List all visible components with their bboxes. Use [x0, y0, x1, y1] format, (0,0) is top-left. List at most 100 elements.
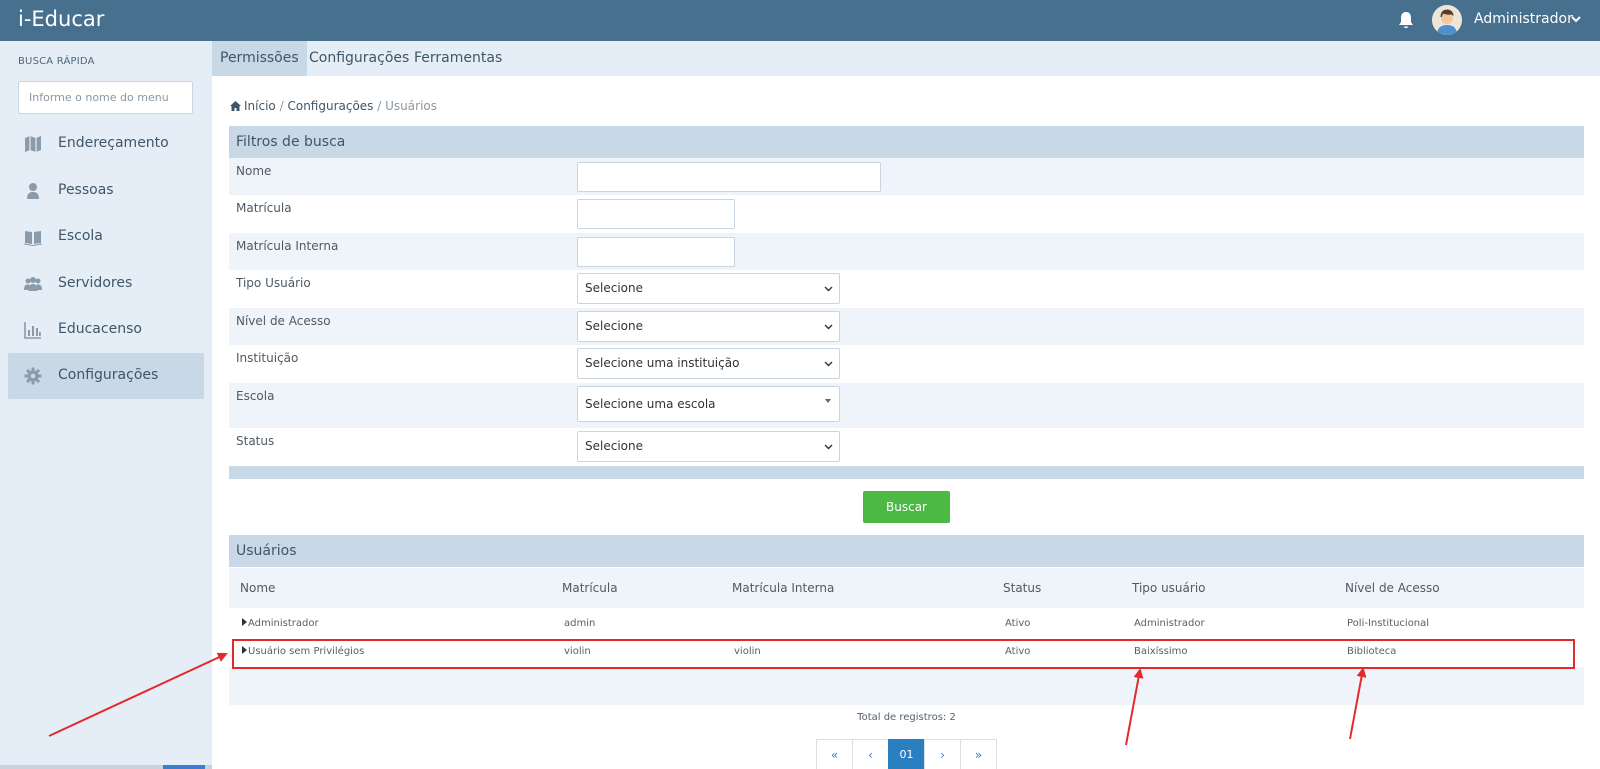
nivel-acesso-selected: Selecione	[585, 319, 643, 333]
annotation-highlight-box	[232, 639, 1575, 669]
table-row[interactable]: Administrador admin Ativo Administrador …	[229, 611, 1584, 639]
nivel-acesso-select[interactable]: Selecione	[577, 311, 840, 342]
gear-icon	[24, 367, 42, 385]
filter-row-matricula: Matrícula	[229, 195, 1584, 232]
quick-search-input[interactable]	[18, 81, 193, 114]
tipo-usuario-label: Tipo Usuário	[236, 276, 311, 290]
sidebar-item-escola[interactable]: Escola	[8, 214, 204, 260]
row-tipo: Administrador	[1134, 618, 1205, 629]
bottom-strip-accent	[163, 765, 205, 769]
escola-select[interactable]: Selecione uma escola	[577, 386, 840, 422]
sidebar-item-label: Pessoas	[58, 182, 114, 198]
sidebar-item-label: Educacenso	[58, 321, 142, 337]
search-button[interactable]: Buscar	[863, 491, 950, 523]
avatar[interactable]	[1432, 5, 1462, 35]
sidebar-item-configuracoes[interactable]: Configurações	[8, 353, 204, 399]
map-icon	[25, 136, 41, 152]
sidebar-item-label: Servidores	[58, 275, 133, 291]
matricula-input[interactable]	[577, 199, 735, 229]
breadcrumb-configuracoes[interactable]: Configurações	[287, 99, 373, 113]
filter-row-matricula-interna: Matrícula Interna	[229, 233, 1584, 270]
pagination: « ‹ 01 › »	[816, 739, 997, 769]
sidebar-item-label: Configurações	[58, 367, 159, 383]
app-logo[interactable]: i-Educar	[18, 7, 104, 31]
menu-item-ferramentas[interactable]: Ferramentas	[406, 41, 510, 76]
filter-row-nivel-acesso: Nível de Acesso Selecione	[229, 308, 1584, 345]
chevron-down-icon	[824, 444, 833, 450]
pagination-current-page[interactable]: 01	[888, 739, 925, 769]
person-icon	[27, 183, 39, 199]
filters-header: Filtros de busca	[229, 126, 1584, 158]
pagination-last-button[interactable]: »	[960, 739, 997, 769]
bottom-strip	[0, 765, 212, 769]
user-menu[interactable]: Administrador	[1474, 11, 1573, 27]
column-header-nome: Nome	[240, 581, 276, 595]
escola-selected: Selecione uma escola	[585, 397, 716, 411]
matricula-label: Matrícula	[236, 201, 292, 215]
chevron-down-icon	[824, 286, 833, 292]
row-name[interactable]: Administrador	[248, 618, 319, 629]
sidebar: BUSCA RÁPIDA Endereçamento Pessoas Escol…	[0, 41, 212, 769]
table-empty-row	[229, 667, 1584, 705]
instituicao-select[interactable]: Selecione uma instituição	[577, 348, 840, 379]
quick-search-label: BUSCA RÁPIDA	[18, 56, 95, 67]
filters-footer	[229, 466, 1584, 479]
sidebar-item-servidores[interactable]: Servidores	[8, 261, 204, 307]
sidebar-item-label: Escola	[58, 228, 103, 244]
users-icon	[24, 277, 42, 291]
pagination-next-button[interactable]: ›	[924, 739, 961, 769]
row-nivel: Poli-Institucional	[1347, 618, 1430, 629]
breadcrumb-separator: /	[377, 99, 382, 113]
pagination-first-button[interactable]: «	[816, 739, 853, 769]
breadcrumb-home[interactable]: Início	[244, 99, 276, 113]
pagination-prev-button[interactable]: ‹	[852, 739, 889, 769]
breadcrumb-separator: /	[279, 99, 284, 113]
avatar-icon	[1432, 5, 1462, 35]
status-label: Status	[236, 434, 275, 448]
filter-row-tipo-usuario: Tipo Usuário Selecione	[229, 270, 1584, 307]
nivel-acesso-label: Nível de Acesso	[236, 314, 331, 328]
filter-row-instituicao: Instituição Selecione uma instituição	[229, 345, 1584, 382]
row-status: Ativo	[1005, 618, 1031, 629]
status-selected: Selecione	[585, 439, 643, 453]
nome-input[interactable]	[577, 162, 881, 192]
column-header-status: Status	[1003, 581, 1042, 595]
chevron-down-icon[interactable]	[1570, 13, 1582, 25]
sidebar-item-label: Endereçamento	[58, 135, 169, 151]
row-name-cell[interactable]: Administrador	[242, 618, 319, 629]
filter-row-status: Status Selecione	[229, 428, 1584, 465]
matricula-interna-label: Matrícula Interna	[236, 239, 339, 253]
chevron-down-icon	[824, 324, 833, 330]
book-icon	[24, 231, 42, 246]
escola-label: Escola	[236, 389, 275, 403]
matricula-interna-input[interactable]	[577, 237, 735, 267]
instituicao-selected: Selecione uma instituição	[585, 356, 740, 370]
bell-icon[interactable]	[1397, 11, 1415, 30]
nome-label: Nome	[236, 164, 272, 178]
status-select[interactable]: Selecione	[577, 431, 840, 462]
expand-arrow-icon[interactable]	[242, 618, 247, 626]
users-header: Usuários	[229, 535, 1584, 567]
row-matricula: admin	[564, 618, 596, 629]
top-bar: i-Educar Administrador	[0, 0, 1600, 41]
bar-chart-icon	[24, 322, 41, 339]
sidebar-item-pessoas[interactable]: Pessoas	[8, 168, 204, 214]
top-menu: Permissões Configurações Ferramentas	[212, 41, 1600, 76]
filter-row-nome: Nome	[229, 158, 1584, 195]
total-records: Total de registros: 2	[857, 712, 956, 723]
tipo-usuario-selected: Selecione	[585, 281, 643, 295]
tipo-usuario-select[interactable]: Selecione	[577, 273, 840, 304]
chevron-down-icon	[824, 361, 833, 367]
breadcrumb-current: Usuários	[385, 99, 437, 113]
sidebar-item-enderecamento[interactable]: Endereçamento	[8, 121, 204, 167]
menu-item-permissoes[interactable]: Permissões	[212, 41, 307, 76]
column-header-nivel-acesso: Nível de Acesso	[1345, 581, 1440, 595]
menu-item-configuracoes[interactable]: Configurações	[301, 41, 417, 76]
sidebar-item-educacenso[interactable]: Educacenso	[8, 307, 204, 353]
filter-row-escola: Escola Selecione uma escola	[229, 383, 1584, 428]
column-header-matricula-interna: Matrícula Interna	[732, 581, 835, 595]
caret-down-icon	[825, 399, 831, 403]
column-header-tipo-usuario: Tipo usuário	[1132, 581, 1206, 595]
breadcrumb: Início / Configurações / Usuários	[230, 99, 437, 113]
instituicao-label: Instituição	[236, 351, 299, 365]
